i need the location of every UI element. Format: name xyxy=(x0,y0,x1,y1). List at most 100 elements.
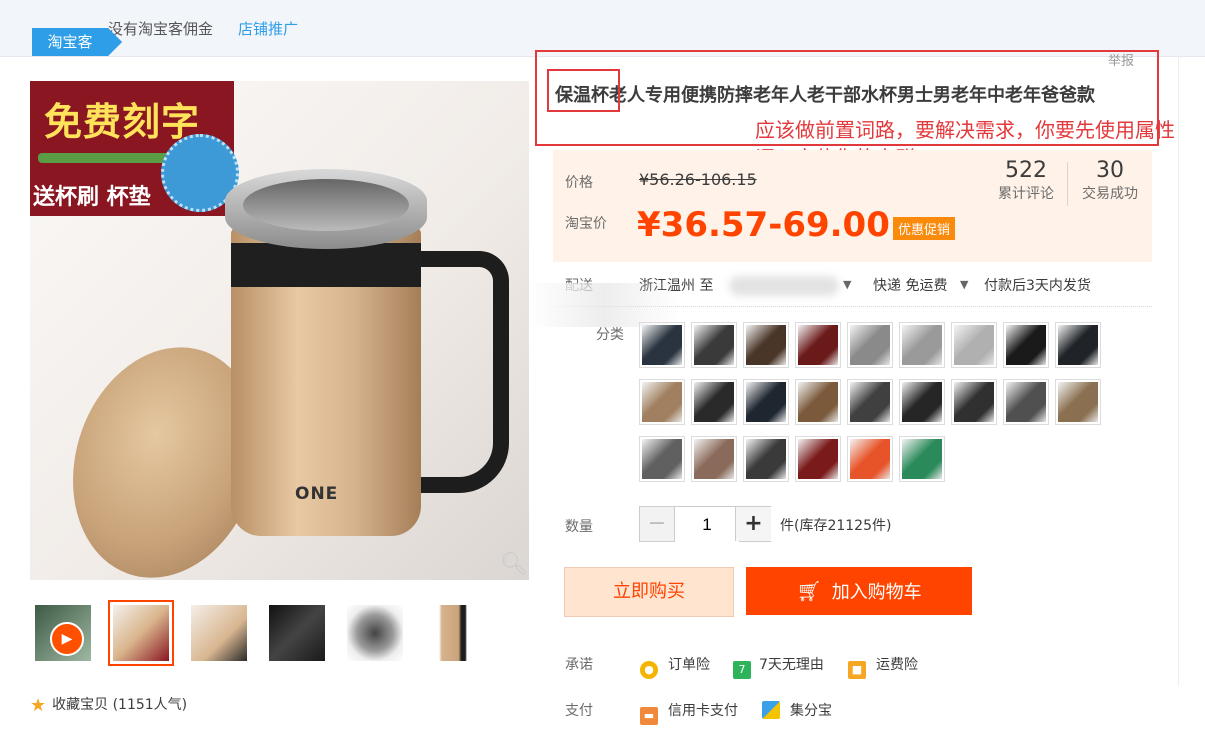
add-to-cart-button[interactable]: 🛒︎ 加入购物车 xyxy=(746,567,972,615)
taobaoke-badge-wrap: 淘宝客 xyxy=(16,14,108,56)
cup-handle-image xyxy=(413,251,509,493)
sku-thumbnail xyxy=(798,439,838,479)
promise-shipping-insurance[interactable]: ■ 运费险 xyxy=(848,654,918,679)
sku-option[interactable] xyxy=(951,379,997,425)
shop-promo-link[interactable]: 店铺推广 xyxy=(238,18,298,39)
payment-jifenbao[interactable]: 集分宝 xyxy=(762,700,832,720)
payment-credit-card[interactable]: ▬ 信用卡支付 xyxy=(640,700,738,725)
shipping-insurance-icon: ■ xyxy=(848,661,866,679)
sku-option[interactable] xyxy=(847,436,893,482)
sku-option[interactable] xyxy=(1003,322,1049,368)
sku-option[interactable] xyxy=(899,436,945,482)
sku-option[interactable] xyxy=(899,322,945,368)
sku-thumbnail xyxy=(694,382,734,422)
sku-thumbnail xyxy=(642,439,682,479)
sku-option[interactable] xyxy=(795,436,841,482)
sku-thumbnail xyxy=(746,439,786,479)
sku-option[interactable] xyxy=(847,379,893,425)
method-dropdown-icon[interactable]: ▼ xyxy=(960,278,968,291)
stat-divider xyxy=(1067,162,1068,206)
sku-thumbnail xyxy=(694,325,734,365)
sku-thumbnail xyxy=(746,325,786,365)
keyword-highlight-box xyxy=(547,69,620,112)
sku-option[interactable] xyxy=(691,379,737,425)
destination-dropdown-icon[interactable]: ▼ xyxy=(843,278,851,291)
sku-thumbnail xyxy=(850,382,890,422)
sku-option[interactable] xyxy=(743,379,789,425)
sku-option[interactable] xyxy=(899,379,945,425)
cart-icon: 🛒︎ xyxy=(796,579,822,603)
thumbnail-video[interactable]: ▶ xyxy=(30,600,96,666)
deals-stat[interactable]: 30 交易成功 xyxy=(1077,158,1143,203)
sku-thumbnail xyxy=(902,439,942,479)
sku-thumbnail xyxy=(1006,325,1046,365)
sku-option[interactable] xyxy=(1003,379,1049,425)
sku-option[interactable] xyxy=(951,322,997,368)
quantity-input[interactable] xyxy=(675,507,739,543)
payment-item-label: 信用卡支付 xyxy=(668,703,738,719)
thumbnail-cup-top[interactable] xyxy=(342,600,408,666)
sku-option[interactable] xyxy=(639,379,685,425)
cup-brush-image xyxy=(38,153,178,163)
star-icon: ★ xyxy=(30,695,47,716)
promise-item-label: 订单险 xyxy=(668,657,710,673)
quantity-minus-button[interactable]: − xyxy=(640,507,675,541)
add-to-cart-label: 加入购物车 xyxy=(831,582,922,603)
sku-option[interactable] xyxy=(795,379,841,425)
sku-option[interactable] xyxy=(691,322,737,368)
taobao-price-label: 淘宝价 xyxy=(565,216,607,232)
sku-option[interactable] xyxy=(1055,379,1101,425)
promise-label: 承诺 xyxy=(565,657,593,673)
sku-thumbnail xyxy=(798,325,838,365)
sku-thumbnail xyxy=(798,382,838,422)
sku-option[interactable] xyxy=(847,322,893,368)
sku-thumbnail xyxy=(850,325,890,365)
deals-label: 交易成功 xyxy=(1082,186,1138,202)
play-icon[interactable]: ▶ xyxy=(50,622,84,656)
sku-option[interactable] xyxy=(795,322,841,368)
credit-card-icon: ▬ xyxy=(640,707,658,725)
promo-subtitle: 送杯刷 杯垫 xyxy=(33,185,151,210)
shipping-method[interactable]: 快递 免运费 xyxy=(873,275,947,295)
reviews-count: 522 xyxy=(1005,158,1047,183)
sku-option[interactable] xyxy=(639,436,685,482)
promo-title: 免费刻字 xyxy=(44,100,201,144)
promise-7day-return[interactable]: 7 7天无理由 xyxy=(733,654,824,679)
jifenbao-icon xyxy=(762,701,780,719)
sku-thumbnail xyxy=(746,382,786,422)
main-product-image[interactable]: 免费刻字 送杯刷 杯垫 ONE xyxy=(30,81,529,580)
sku-option[interactable] xyxy=(743,322,789,368)
cup-band-image xyxy=(231,243,421,287)
promo-tag[interactable]: 优惠促销 xyxy=(893,217,956,240)
sku-option[interactable] xyxy=(1055,322,1101,368)
taobaoke-badge[interactable]: 淘宝客 xyxy=(32,28,108,56)
product-title: 保温杯老人专用便携防摔老年人老干部水杯男士男老年中老年爸爸款 xyxy=(555,85,1095,106)
sku-thumbnail xyxy=(694,439,734,479)
seven-day-icon: 7 xyxy=(733,661,751,679)
zoom-icon[interactable]: 🔍︎ xyxy=(500,552,528,577)
sku-option[interactable] xyxy=(743,436,789,482)
sku-thumbnail xyxy=(642,325,682,365)
quantity-plus-button[interactable]: + xyxy=(735,507,771,541)
sku-option[interactable] xyxy=(639,322,685,368)
destination-blurred[interactable] xyxy=(729,276,839,296)
reviews-stat[interactable]: 522 累计评论 xyxy=(993,158,1059,203)
thumbnail-gold-cup-front[interactable] xyxy=(420,600,486,666)
cup-inner-image xyxy=(243,179,409,231)
sku-option[interactable] xyxy=(691,436,737,482)
thumbnail-image xyxy=(191,605,247,661)
dispatch-time: 付款后3天内发货 xyxy=(984,278,1091,294)
top-bar: 淘宝客 没有淘宝客佣金 店铺推广 xyxy=(0,0,1205,57)
thumbnail-black-cup[interactable] xyxy=(264,600,330,666)
thumbnail-gold-cup[interactable] xyxy=(108,600,174,666)
thumbnail-image xyxy=(269,605,325,661)
deals-count: 30 xyxy=(1096,158,1124,183)
original-price: ¥56.26-106.15 xyxy=(639,170,757,189)
favorite-button[interactable]: ★ 收藏宝贝 (1151人气) xyxy=(30,694,187,716)
promise-order-insurance[interactable]: ● 订单险 xyxy=(640,654,710,679)
reviews-label: 累计评论 xyxy=(998,186,1054,202)
thumbnail-gold-cup-side[interactable] xyxy=(186,600,252,666)
thumbnail-image xyxy=(347,605,403,661)
buy-now-button[interactable]: 立即购买 xyxy=(564,567,734,617)
thumbnail-image xyxy=(425,605,481,661)
